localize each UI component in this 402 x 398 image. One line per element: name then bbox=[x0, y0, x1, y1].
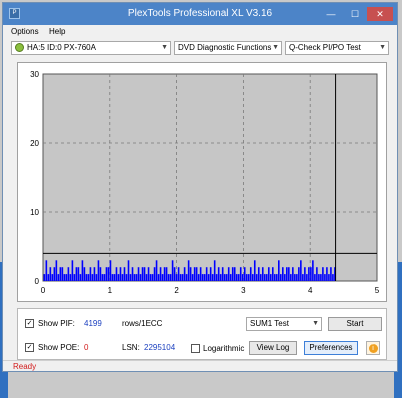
lsn-value: 2295104 bbox=[144, 343, 176, 352]
info-button[interactable]: i bbox=[366, 341, 380, 355]
show-poe-checkbox[interactable]: ✓ bbox=[25, 343, 34, 352]
y-tick-label: 0 bbox=[35, 277, 40, 286]
x-tick-label: 1 bbox=[108, 286, 113, 295]
sum-test-select-value: SUM1 Test bbox=[250, 319, 289, 328]
function-select-value: DVD Diagnostic Functions bbox=[178, 43, 272, 52]
preferences-button[interactable]: Preferences bbox=[304, 341, 358, 355]
status-text: Ready bbox=[13, 362, 37, 371]
show-pif-checkbox[interactable]: ✓ bbox=[25, 319, 34, 328]
function-select[interactable]: DVD Diagnostic Functions ▼ bbox=[174, 41, 282, 55]
drive-icon bbox=[15, 43, 24, 53]
chevron-down-icon: ▼ bbox=[379, 44, 386, 51]
view-log-button[interactable]: View Log bbox=[249, 341, 297, 355]
x-tick-label: 2 bbox=[174, 286, 179, 295]
menu-options[interactable]: Options bbox=[11, 27, 39, 36]
menu-help[interactable]: Help bbox=[49, 27, 65, 36]
controls-panel: ✓ Show PIF: 4199 rows/1ECC SUM1 Test ▼ S… bbox=[17, 308, 387, 360]
logarithmic-label: Logarithmic bbox=[203, 344, 245, 353]
chevron-down-icon: ▼ bbox=[272, 44, 279, 51]
chart-panel: 0 1 2 3 4 5 0 10 20 30 bbox=[17, 62, 387, 302]
status-bar: Ready bbox=[3, 360, 397, 372]
plot-area bbox=[42, 73, 378, 282]
y-tick-label: 30 bbox=[30, 70, 39, 79]
logarithmic-checkbox[interactable] bbox=[191, 344, 200, 353]
chevron-down-icon: ▼ bbox=[161, 44, 168, 51]
show-poe-label: Show POE: bbox=[38, 343, 80, 352]
x-tick-label: 5 bbox=[375, 286, 380, 295]
drive-select[interactable]: HA:5 ID:0 PX-760A ▼ bbox=[11, 41, 171, 55]
x-tick-label: 4 bbox=[308, 286, 313, 295]
plextools-window: P PlexTools Professional XL V3.16 — ☐ ✕ … bbox=[2, 2, 398, 372]
y-tick-label: 20 bbox=[30, 139, 39, 148]
x-tick-label: 0 bbox=[41, 286, 46, 295]
info-icon: i bbox=[368, 344, 378, 353]
lsn-label: LSN: bbox=[122, 343, 140, 352]
pi-po-chart: 0 1 2 3 4 5 0 10 20 30 bbox=[30, 70, 380, 295]
test-select-value: Q-Check PI/PO Test bbox=[289, 43, 361, 52]
poe-value: 0 bbox=[84, 343, 89, 352]
pif-value: 4199 bbox=[84, 319, 102, 328]
y-tick-label: 10 bbox=[30, 208, 39, 217]
minimize-button[interactable]: — bbox=[321, 7, 341, 21]
show-pif-label: Show PIF: bbox=[38, 319, 75, 328]
start-button[interactable]: Start bbox=[328, 317, 382, 331]
sum-test-select[interactable]: SUM1 Test ▼ bbox=[246, 317, 322, 331]
rows-label: rows/1ECC bbox=[122, 319, 163, 328]
toolbar: HA:5 ID:0 PX-760A ▼ DVD Diagnostic Funct… bbox=[3, 39, 397, 59]
title-bar[interactable]: P PlexTools Professional XL V3.16 — ☐ ✕ bbox=[3, 3, 397, 25]
menu-bar: Options Help bbox=[3, 25, 397, 39]
drive-select-value: HA:5 ID:0 PX-760A bbox=[27, 43, 96, 52]
test-select[interactable]: Q-Check PI/PO Test ▼ bbox=[285, 41, 389, 55]
close-button[interactable]: ✕ bbox=[367, 7, 393, 21]
maximize-button[interactable]: ☐ bbox=[345, 7, 365, 21]
chevron-down-icon: ▼ bbox=[312, 320, 319, 327]
x-tick-label: 3 bbox=[241, 286, 246, 295]
